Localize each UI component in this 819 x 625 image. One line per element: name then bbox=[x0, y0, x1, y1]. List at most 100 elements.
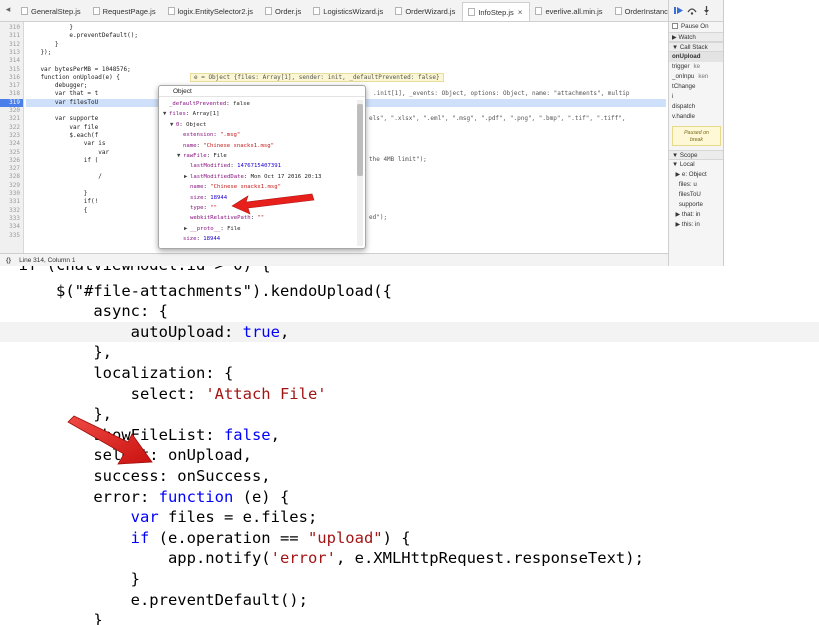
step-over-icon[interactable] bbox=[687, 6, 697, 16]
resume-icon[interactable] bbox=[673, 6, 683, 16]
line-number[interactable]: 330 bbox=[0, 190, 23, 198]
file-tab[interactable]: Order.js bbox=[260, 1, 308, 21]
line-number[interactable]: 311 bbox=[0, 32, 23, 40]
line-number[interactable]: 320 bbox=[0, 107, 23, 115]
code-text: , bbox=[279, 322, 290, 341]
file-tab[interactable]: LogisticsWizard.js bbox=[308, 1, 390, 21]
code-line: select: 'Attach File' bbox=[0, 384, 327, 405]
property-key: lastModifiedDate bbox=[190, 173, 244, 180]
breakpoint-marker[interactable]: 319 bbox=[0, 98, 23, 107]
property-row[interactable]: extension: ".msg" bbox=[159, 131, 355, 139]
line-number[interactable]: 322 bbox=[0, 124, 23, 132]
line-number[interactable]: 333 bbox=[0, 215, 23, 223]
close-tab-icon[interactable]: × bbox=[518, 8, 523, 17]
line-number[interactable]: 318 bbox=[0, 90, 23, 98]
property-row[interactable]: ▼ rawFile: File bbox=[159, 152, 355, 160]
line-number[interactable]: 335 bbox=[0, 232, 23, 240]
line-number[interactable]: 312 bbox=[0, 41, 23, 49]
file-tab-label: LogisticsWizard.js bbox=[323, 6, 384, 16]
call-frame[interactable]: dispatch bbox=[669, 102, 723, 112]
call-frame[interactable]: v.handle bbox=[669, 112, 723, 122]
property-row[interactable]: lastModified: 1476715407391 bbox=[159, 162, 355, 170]
property-value: File bbox=[213, 153, 227, 159]
line-number[interactable]: 334 bbox=[0, 223, 23, 231]
line-number[interactable]: 321 bbox=[0, 115, 23, 123]
call-frame[interactable]: onUpload bbox=[669, 52, 723, 62]
code-keyword: true bbox=[242, 322, 280, 341]
property-key: name bbox=[183, 142, 197, 149]
scope-list: ▼ Scope ▼ Local ▶ e: Object files: u file… bbox=[669, 150, 723, 230]
line-number[interactable]: 314 bbox=[0, 57, 23, 65]
object-inspector-popover[interactable]: Object _defaultPrevented: false ▼ files: A… bbox=[158, 85, 366, 249]
tab-scroll-left-icon[interactable]: ◂ bbox=[0, 0, 16, 21]
line-number[interactable]: 328 bbox=[0, 173, 23, 181]
line-number[interactable]: 327 bbox=[0, 165, 23, 173]
source-line: } bbox=[26, 40, 59, 48]
sidebar-section-header[interactable]: ▼ Scope bbox=[669, 150, 723, 160]
call-frame[interactable]: trigger ke bbox=[669, 62, 723, 72]
call-frame[interactable]: tChange bbox=[669, 82, 723, 92]
code-text: } bbox=[0, 611, 103, 625]
line-number[interactable]: 316 bbox=[0, 74, 23, 82]
line-number[interactable]: 317 bbox=[0, 82, 23, 90]
property-row[interactable]: ▼ 0: Object bbox=[159, 121, 355, 129]
file-tab[interactable]: RequestPage.js bbox=[88, 1, 163, 21]
scope-variable[interactable]: ▶ e: Object bbox=[669, 170, 723, 180]
file-tab[interactable]: logix.EntitySelector2.js bbox=[163, 1, 260, 21]
step-into-icon[interactable] bbox=[701, 6, 711, 16]
property-row[interactable]: size: 18944 bbox=[159, 235, 355, 243]
file-tab[interactable]: OrderWizard.js bbox=[390, 1, 462, 21]
scope-variable[interactable]: supporte bbox=[669, 200, 723, 210]
popover-scroll-thumb[interactable] bbox=[357, 104, 363, 176]
code-text: }, bbox=[0, 343, 112, 362]
file-tab[interactable]: GeneralStep.js bbox=[16, 1, 88, 21]
code-keyword: false bbox=[223, 425, 271, 444]
property-value: ".msg" bbox=[220, 132, 241, 139]
line-number[interactable]: 313 bbox=[0, 49, 23, 57]
file-tab[interactable]: InfoStep.js × bbox=[462, 2, 531, 21]
code-line: async: { bbox=[0, 301, 168, 322]
line-number[interactable]: 329 bbox=[0, 182, 23, 190]
property-key: webkitRelativePath bbox=[190, 215, 251, 222]
pretty-print-icon[interactable]: {} bbox=[6, 257, 11, 264]
property-row[interactable]: ▶ __proto__: File bbox=[159, 225, 355, 233]
line-number[interactable]: 332 bbox=[0, 207, 23, 215]
property-key: _defaultPrevented bbox=[169, 101, 227, 107]
line-number[interactable]: 315 bbox=[0, 66, 23, 74]
popover-scrollbar[interactable] bbox=[357, 100, 363, 246]
line-number[interactable]: 323 bbox=[0, 132, 23, 140]
file-tab[interactable]: OrderInstance.js bbox=[610, 1, 668, 21]
property-row[interactable]: name: "Chinese snacks1.msg" bbox=[159, 142, 355, 150]
line-number[interactable]: 326 bbox=[0, 157, 23, 165]
call-frame[interactable]: _onInpu ken bbox=[669, 72, 723, 82]
line-number[interactable]: 325 bbox=[0, 149, 23, 157]
call-frame[interactable]: i bbox=[669, 92, 723, 102]
property-row[interactable]: _defaultPrevented: false bbox=[159, 100, 355, 108]
line-number[interactable]: 310 bbox=[0, 24, 23, 32]
property-separator: : bbox=[185, 111, 193, 118]
sidebar-section-header[interactable]: ▼ Call Stack bbox=[669, 42, 723, 52]
sidebar-row-label: ▶ Watch bbox=[672, 34, 696, 41]
line-number[interactable]: 331 bbox=[0, 198, 23, 206]
sidebar-section-header[interactable]: ▶ Watch bbox=[669, 32, 723, 42]
scope-variable[interactable]: filesToU bbox=[669, 190, 723, 200]
property-row[interactable]: ▼ files: Array[1] bbox=[159, 110, 355, 118]
sidebar-row-label: trigger bbox=[672, 63, 690, 70]
scope-variable[interactable]: files: u bbox=[669, 180, 723, 190]
debugger-toolbar bbox=[669, 0, 723, 22]
file-tab-label: GeneralStep.js bbox=[31, 6, 81, 16]
property-key: lastModified bbox=[190, 163, 231, 170]
scope-variable[interactable]: ▶ that: in bbox=[669, 210, 723, 220]
pause-on-exceptions[interactable]: Pause On bbox=[669, 22, 723, 32]
property-value: 18944 bbox=[203, 236, 221, 243]
code-line: error: function (e) { bbox=[0, 487, 289, 508]
file-icon bbox=[313, 7, 321, 15]
pause-checkbox[interactable] bbox=[672, 23, 678, 29]
line-number[interactable]: 324 bbox=[0, 140, 23, 148]
scope-variable[interactable]: ▼ Local bbox=[669, 160, 723, 170]
file-tab[interactable]: everlive.all.min.js bbox=[530, 1, 609, 21]
line-number-gutter[interactable]: 310 311 312 313 314 315 316 317 318 319 320 321 322 3… bbox=[0, 22, 24, 253]
property-row[interactable]: ▶ lastModifiedDate: Mon Oct 17 2016 20:13 bbox=[159, 173, 355, 181]
code-text: e.preventDefault(); bbox=[0, 590, 308, 609]
scope-variable[interactable]: ▶ this: in bbox=[669, 220, 723, 230]
